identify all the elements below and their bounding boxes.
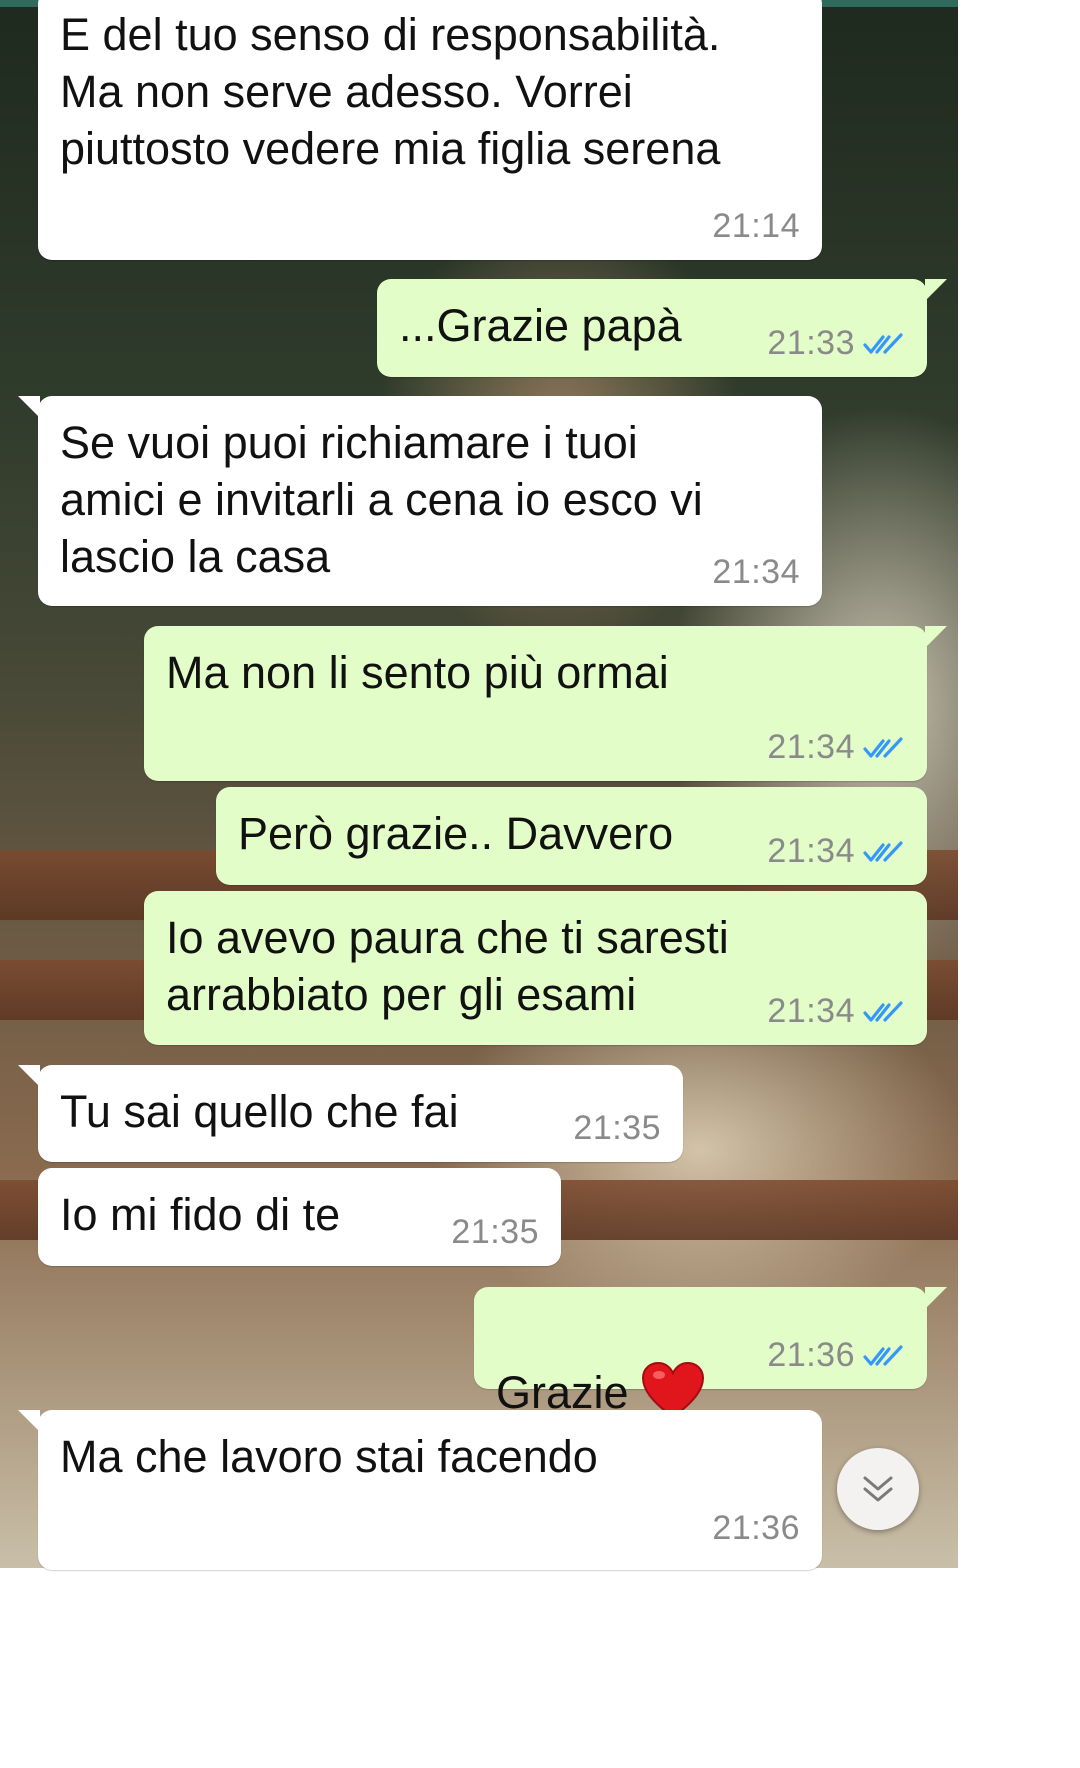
chevron-double-down-icon <box>863 1476 893 1502</box>
message-text: E del tuo senso di responsabilità. Ma no… <box>60 9 721 174</box>
double-check-icon <box>863 1344 903 1366</box>
message-text: Io mi fido di te <box>60 1189 341 1240</box>
message-time: 21:34 <box>767 832 855 870</box>
scroll-to-bottom-button[interactable] <box>837 1448 919 1530</box>
message-text: Ma che lavoro stai facendo <box>60 1431 598 1482</box>
incoming-message[interactable]: Se vuoi puoi richiamare i tuoi amici e i… <box>18 396 822 606</box>
incoming-message[interactable]: Io mi fido di te 21:35 <box>38 1168 561 1266</box>
message-text: Tu sai quello che fai <box>60 1086 459 1137</box>
double-check-icon <box>863 332 903 354</box>
outgoing-message[interactable]: Grazie 21:36 <box>474 1287 947 1419</box>
message-time: 21:33 <box>767 324 855 362</box>
message-text: Ma non li sento più ormai <box>166 647 669 698</box>
outgoing-message[interactable]: Io avevo paura che ti saresti arrabbiato… <box>144 891 927 1045</box>
double-check-icon <box>863 840 903 862</box>
incoming-message[interactable]: Tu sai quello che fai 21:35 <box>18 1065 683 1162</box>
message-time: 21:35 <box>451 1213 539 1251</box>
message-time: 21:34 <box>767 992 855 1030</box>
message-text: Se vuoi puoi richiamare i tuoi amici e i… <box>60 417 703 582</box>
incoming-message[interactable]: Ma che lavoro stai facendo 21:36 <box>18 1410 822 1570</box>
message-text: Io avevo paura che ti saresti arrabbiato… <box>166 912 729 1020</box>
double-check-icon <box>863 736 903 758</box>
message-text: Grazie <box>496 1307 705 1421</box>
message-time: 21:34 <box>712 553 800 591</box>
outgoing-message[interactable]: Ma non li sento più ormai 21:34 <box>144 626 947 781</box>
message-time: 21:35 <box>573 1109 661 1147</box>
message-time: 21:34 <box>767 728 855 766</box>
double-check-icon <box>863 1000 903 1022</box>
outgoing-message[interactable]: ...Grazie papà 21:33 <box>377 279 947 377</box>
outgoing-message[interactable]: Però grazie.. Davvero 21:34 <box>216 787 927 885</box>
incoming-message[interactable]: E del tuo senso di responsabilità. Ma no… <box>38 0 822 260</box>
message-time: 21:36 <box>767 1336 855 1374</box>
message-time: 21:14 <box>712 207 800 245</box>
message-time: 21:36 <box>712 1509 800 1547</box>
message-text: Però grazie.. Davvero <box>238 808 674 859</box>
message-text: ...Grazie papà <box>399 300 682 351</box>
